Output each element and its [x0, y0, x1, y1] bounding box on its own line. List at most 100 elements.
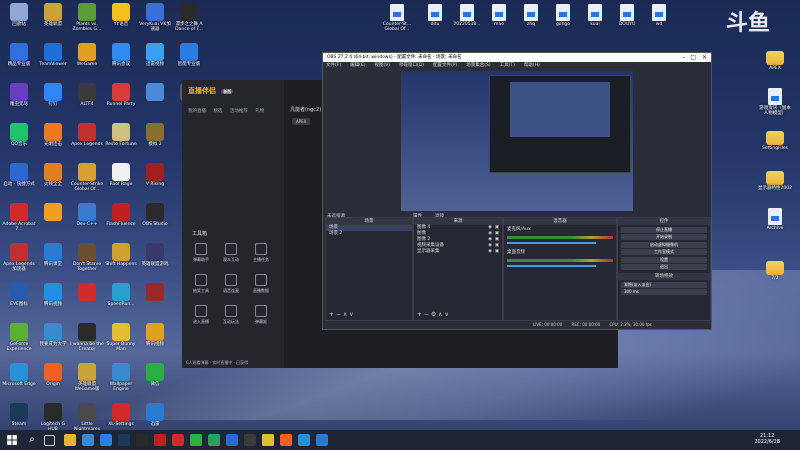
- scene-add-icon[interactable]: + − ∧ ∨: [329, 311, 354, 318]
- eye-icon[interactable]: ◉: [488, 249, 492, 255]
- taskbar-app-icon[interactable]: [136, 434, 148, 446]
- taskbar-app-icon[interactable]: [280, 434, 292, 446]
- tool-button[interactable]: 进入直播: [186, 302, 216, 330]
- desktop-icon[interactable]: Microsoft Edge: [2, 363, 36, 387]
- tool-button[interactable]: 互动玩法: [216, 302, 246, 330]
- desktop-icon[interactable]: WeGame: [70, 43, 104, 67]
- desktop-icon[interactable]: 火线全全: [36, 163, 70, 187]
- desktop-icon[interactable]: 漫步之之舞 A Dance of F...: [172, 3, 206, 32]
- desktop-icon[interactable]: 迅雷: [138, 403, 172, 427]
- desktop-file-icon[interactable]: mao: [482, 4, 516, 27]
- tab-featured[interactable]: 精选: [213, 109, 222, 114]
- control-button[interactable]: 停止直播: [621, 226, 707, 233]
- desktop-icon[interactable]: 钉钉: [36, 83, 70, 107]
- taskbar-app-icon[interactable]: [226, 434, 238, 446]
- close-icon[interactable]: ✕: [702, 53, 707, 62]
- menu-item[interactable]: 场景集合(S): [466, 63, 490, 68]
- control-button[interactable]: 工作室模式: [621, 249, 707, 255]
- desktop-icon[interactable]: QQ音乐: [2, 123, 36, 147]
- desktop-icon[interactable]: FlashFluence: [104, 203, 138, 227]
- menu-item[interactable]: 视图(V): [374, 63, 390, 68]
- desktop-icon[interactable]: 雕虫无尽: [2, 83, 36, 107]
- desktop-icon[interactable]: Little Nightmares: [70, 403, 104, 432]
- tab-my-live[interactable]: 我的直播: [188, 109, 206, 114]
- desktop-icon[interactable]: Resto Fortune: [104, 123, 138, 147]
- desktop-icon[interactable]: EVE图标: [2, 283, 36, 307]
- game-tag[interactable]: APEX: [292, 118, 311, 125]
- desktop-icon[interactable]: Don't Starve Together: [70, 243, 104, 272]
- desktop-icon[interactable]: 微信: [138, 363, 172, 387]
- tool-button[interactable]: 语音连麦: [216, 271, 246, 299]
- desktop-icon[interactable]: 我要成为大学: [36, 323, 70, 347]
- desktop-icon[interactable]: 迅雷视频: [138, 43, 172, 67]
- menu-item[interactable]: 帮助(H): [524, 63, 540, 68]
- desktop-icon[interactable]: 回收站: [2, 3, 36, 27]
- desktop-icon[interactable]: 英雄联盟 WeGame版: [70, 363, 104, 392]
- desktop-icon[interactable]: Archive: [758, 208, 792, 231]
- menu-item[interactable]: 工具(T): [500, 63, 515, 68]
- desktop-icon[interactable]: YY语音: [104, 3, 138, 27]
- desktop-icon[interactable]: 精品专业版: [2, 43, 36, 67]
- volume-slider[interactable]: [507, 265, 596, 267]
- version-badge[interactable]: 新版: [221, 89, 234, 94]
- desktop-icon[interactable]: 显示器特性2002: [758, 168, 792, 191]
- desktop-icon[interactable]: VeryKuai VK加速器: [138, 3, 172, 32]
- menu-item[interactable]: 编辑(E): [350, 63, 365, 68]
- desktop-icon[interactable]: 光明连击: [36, 123, 70, 147]
- desktop-icon[interactable]: I wanna be the Creator: [70, 323, 104, 352]
- system-clock[interactable]: 21:12 2022/6/28: [754, 433, 780, 445]
- menu-item[interactable]: 文件(F): [326, 63, 341, 68]
- taskbar-app-icon[interactable]: [298, 434, 310, 446]
- desktop-file-icon[interactable]: gongo: [546, 4, 580, 27]
- menu-item[interactable]: 配置文件(P): [433, 63, 457, 68]
- desktop-icon[interactable]: 腾讯课堂: [36, 243, 70, 267]
- desktop-icon[interactable]: 7/2: [758, 258, 792, 281]
- source-add-icon[interactable]: + − ⚙ ∧ ∨: [417, 311, 449, 318]
- desktop-icon[interactable]: V Rising: [138, 163, 172, 187]
- desktop-icon[interactable]: APEX: [758, 48, 792, 71]
- tool-button[interactable]: 弹幕姬: [246, 302, 276, 330]
- desktop-icon[interactable]: Adobe Acrobat 7...: [2, 203, 36, 232]
- task-view-icon[interactable]: [44, 435, 55, 446]
- desktop-icon[interactable]: 英雄联盟游戏: [138, 243, 172, 267]
- control-button[interactable]: 设置: [621, 256, 707, 263]
- tab-events[interactable]: 活动推荐: [230, 109, 248, 114]
- tool-button[interactable]: 弹幕助手: [186, 240, 216, 268]
- desktop-file-icon[interactable]: zhq: [514, 4, 548, 27]
- control-button[interactable]: 启动虚拟摄像机: [621, 241, 707, 248]
- control-button[interactable]: 退出: [621, 264, 707, 270]
- desktop-icon[interactable]: 模拟 2: [138, 123, 172, 147]
- desktop-icon[interactable]: 游戏资讯（副本人物模型）: [758, 88, 792, 116]
- transition-duration[interactable]: 300 ms: [621, 289, 707, 295]
- desktop-icon[interactable]: Origin: [36, 363, 70, 387]
- desktop-icon[interactable]: Dev-C++: [70, 203, 104, 227]
- tool-button[interactable]: 主播任务: [246, 240, 276, 268]
- desktop-icon[interactable]: XL-Settings: [104, 403, 138, 427]
- desktop-icon[interactable]: SpeedRun...: [104, 283, 138, 307]
- volume-slider[interactable]: [507, 242, 596, 244]
- desktop-icon[interactable]: Runnel Party: [104, 83, 138, 107]
- taskbar-app-icon[interactable]: [118, 434, 130, 446]
- menu-item[interactable]: 停靠窗口(D): [399, 63, 424, 68]
- desktop-icon[interactable]: Steam: [2, 403, 36, 427]
- desktop-icon[interactable]: OBS Studio: [138, 203, 172, 227]
- taskbar-app-icon[interactable]: [244, 434, 256, 446]
- taskbar-app-icon[interactable]: [154, 434, 166, 446]
- start-icon[interactable]: [6, 434, 18, 446]
- desktop-icon[interactable]: 腾讯视频: [138, 323, 172, 347]
- transition-select[interactable]: 渐隐(淡入淡出): [621, 281, 707, 288]
- maximize-icon[interactable]: □: [690, 53, 696, 62]
- desktop-icon[interactable]: Roof Rage: [104, 163, 138, 187]
- tool-button[interactable]: 抽奖工具: [186, 271, 216, 299]
- desktop-file-icon[interactable]: DOUYU: [610, 4, 644, 27]
- control-button[interactable]: 开始录制: [621, 234, 707, 240]
- taskbar-app-icon[interactable]: [100, 434, 112, 446]
- desktop-file-icon[interactable]: kuai: [578, 4, 612, 27]
- desktop-icon[interactable]: Counter-Strike Global Of...: [70, 163, 104, 192]
- desktop-file-icon[interactable]: wd: [642, 4, 676, 27]
- desktop-icon[interactable]: Apex Legends: [70, 123, 104, 147]
- desktop-icon[interactable]: 腾讯视频: [36, 283, 70, 307]
- tab-gifts[interactable]: 礼物: [255, 109, 264, 114]
- taskbar-app-icon[interactable]: [208, 434, 220, 446]
- desktop-icon[interactable]: Wallpaper Engine: [104, 363, 138, 392]
